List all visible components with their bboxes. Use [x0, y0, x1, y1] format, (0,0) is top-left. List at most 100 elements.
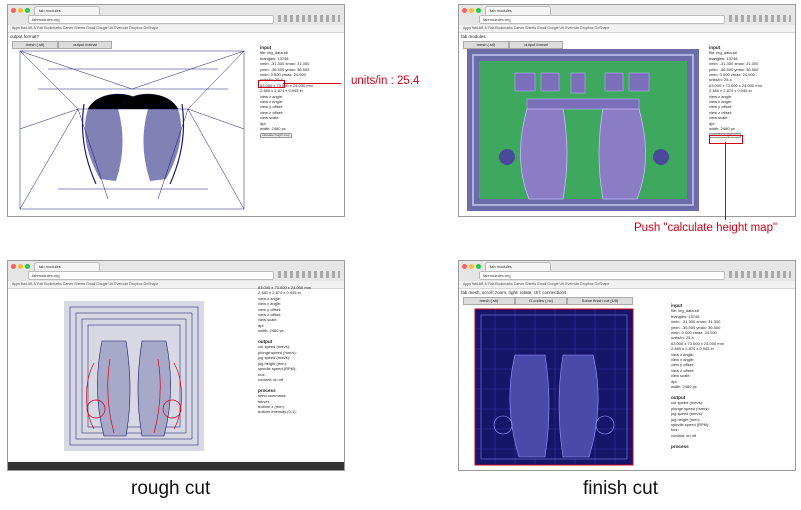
view-z-offset[interactable]: view z offset: — [709, 110, 732, 115]
toolbar-icons[interactable] — [729, 15, 791, 22]
settings-panel: input file: leg_data.stl triangles: 1374… — [260, 45, 313, 139]
dpi-field[interactable]: dpi: — [260, 121, 266, 126]
input-heading: input — [709, 45, 721, 50]
view-z-offset[interactable]: view z offset: — [258, 312, 281, 317]
units-highlight-box — [258, 80, 285, 88]
view-z-angle[interactable]: view z angle: — [258, 296, 281, 301]
minimize-window-icon[interactable] — [469, 8, 474, 13]
close-window-icon[interactable] — [11, 8, 16, 13]
input-heading: input — [671, 303, 683, 308]
screenshot-height-map: fab modules fabmodules.org Apps fabLAB 3… — [459, 5, 795, 216]
view-y-offset[interactable]: view y offset: — [260, 104, 283, 109]
plunge-speed[interactable]: plunge speed (mm/s): — [258, 350, 297, 355]
zoom-window-icon[interactable] — [476, 264, 481, 269]
zoom-window-icon[interactable] — [25, 264, 30, 269]
zoom-window-icon[interactable] — [25, 8, 30, 13]
view-x-angle[interactable]: view x angle: — [258, 301, 281, 306]
height-map-image[interactable] — [467, 49, 699, 211]
bookmarks-bar[interactable]: Apps fabLAB 3/ Fab Bookmarks Carver Shee… — [8, 25, 344, 33]
view-scale[interactable]: view scale: — [260, 115, 280, 120]
panel-line: 63.000 x 73.000 x 24.000 mm — [258, 285, 311, 290]
browser-toolbar: fab modules fabmodules.org — [8, 261, 344, 282]
tool-field[interactable]: tool: — [258, 372, 266, 377]
close-window-icon[interactable] — [11, 264, 16, 269]
bottom-z[interactable]: bottom z (mm): — [258, 404, 285, 409]
browser-tab[interactable]: fab modules — [34, 262, 100, 271]
browser-tab[interactable]: fab modules — [485, 6, 551, 15]
jog-height[interactable]: jog height (mm): — [258, 361, 287, 366]
tab-output-format[interactable]: output format — [58, 41, 112, 49]
address-bar[interactable]: fabmodules.org — [479, 15, 725, 24]
units-field[interactable]: units/in: 25.4 — [671, 335, 694, 340]
view-z-angle[interactable]: view z angle: — [260, 94, 283, 99]
cut-speed[interactable]: cut speed (mm/s): — [671, 400, 703, 405]
bookmarks-bar[interactable]: Apps fabLAB 3/ Fab Bookmarks Carver Shee… — [459, 25, 795, 33]
panel-line: ymin: -36.500 ymax: 36.500 — [260, 66, 310, 72]
close-window-icon[interactable] — [462, 8, 467, 13]
view-z-offset[interactable]: view z offset: — [671, 368, 694, 373]
jog-speed[interactable]: jog speed (mm/s): — [671, 411, 703, 416]
view-z-angle[interactable]: view z angle: — [709, 94, 732, 99]
spindle-speed[interactable]: spindle speed (RPM): — [258, 366, 296, 371]
tool-field[interactable]: tool: — [671, 427, 679, 432]
address-bar[interactable]: fabmodules.org — [28, 15, 274, 24]
dpi-field[interactable]: dpi: — [709, 121, 715, 126]
calc-callout-line — [725, 142, 727, 220]
minimize-window-icon[interactable] — [469, 264, 474, 269]
tab-finish-cut[interactable]: Some finish cut (1/8) — [567, 297, 633, 305]
view-z-angle[interactable]: view z angle: — [671, 352, 694, 357]
view-scale[interactable]: view scale: — [709, 115, 729, 120]
tab-gcodes[interactable]: G-codes (.nc) — [515, 297, 567, 305]
minimize-window-icon[interactable] — [18, 264, 23, 269]
browser-tab[interactable]: fab modules — [34, 6, 100, 15]
view-y-offset[interactable]: view y offset: — [709, 104, 732, 109]
spindle-speed[interactable]: spindle speed (RPM): — [671, 422, 709, 427]
view-x-angle[interactable]: view x angle: — [260, 99, 283, 104]
view-x-angle[interactable]: view x angle: — [709, 99, 732, 104]
taskbar — [8, 462, 344, 470]
view-y-offset[interactable]: view y offset: — [258, 307, 281, 312]
bottom-intensity[interactable]: bottom intensity (0-1): — [258, 409, 297, 414]
tab-mesh[interactable]: mesh (.stl) — [12, 41, 58, 49]
zoom-window-icon[interactable] — [476, 8, 481, 13]
panel-line: 2.480 x 2.874 x 0.945 in — [258, 290, 301, 296]
view-scale[interactable]: view scale: — [671, 373, 691, 378]
jog-height[interactable]: jog height (mm): — [671, 417, 700, 422]
finish-cut-toolpath[interactable] — [474, 308, 634, 466]
close-window-icon[interactable] — [462, 264, 467, 269]
send-command[interactable]: send command: — [258, 393, 286, 398]
browser-tab[interactable]: fab modules — [485, 262, 551, 271]
tab-mesh[interactable]: mesh (.stl) — [463, 41, 509, 49]
panel-line: xmin: -31.300 xmax: 31.300 — [260, 61, 310, 67]
cut-speed[interactable]: cut speed (mm/s): — [258, 344, 290, 349]
plunge-speed[interactable]: plunge speed (mm/s): — [671, 406, 710, 411]
view-scale[interactable]: view scale: — [258, 317, 278, 322]
calculate-height-map-button[interactable]: calculate height map — [260, 132, 292, 139]
process-heading: process — [671, 443, 689, 449]
view-z-offset[interactable]: view z offset: — [260, 110, 283, 115]
screenshot-finish-cut: fab modules fabmodules.org Apps fabLAB 3… — [459, 261, 795, 470]
minimize-window-icon[interactable] — [18, 8, 23, 13]
tab-output-format[interactable]: output format — [509, 41, 563, 49]
jog-speed[interactable]: jog speed (mm/s): — [258, 355, 290, 360]
rough-cut-toolpath[interactable] — [64, 301, 204, 451]
coolant-toggle[interactable]: coolant: on off — [258, 377, 283, 382]
dpi-field[interactable]: dpi: — [671, 379, 677, 384]
units-field[interactable]: units/in: 25.4 — [709, 77, 732, 82]
process-heading: process — [258, 387, 276, 393]
address-bar[interactable]: fabmodules.org — [479, 271, 725, 280]
view-y-offset[interactable]: view y offset: — [671, 362, 694, 367]
bookmarks-bar[interactable]: Apps fabLAB 3/ Fab Bookmarks Carver Shee… — [459, 281, 795, 289]
width-field: width: 2480 px — [671, 384, 697, 390]
view-x-angle[interactable]: view x angle: — [671, 357, 694, 362]
dpi-field[interactable]: dpi: — [258, 323, 264, 328]
toolbar-icons[interactable] — [278, 271, 340, 278]
browser-toolbar: fab modules fabmodules.org — [459, 261, 795, 282]
address-bar[interactable]: fabmodules.org — [28, 271, 274, 280]
tab-mesh[interactable]: mesh (.stl) — [463, 297, 515, 305]
coolant-toggle[interactable]: coolant: on off — [671, 433, 696, 438]
toolbar-icons[interactable] — [729, 271, 791, 278]
server-field[interactable]: server: — [258, 399, 270, 404]
mesh-wireframe[interactable] — [18, 49, 246, 211]
toolbar-icons[interactable] — [278, 15, 340, 22]
